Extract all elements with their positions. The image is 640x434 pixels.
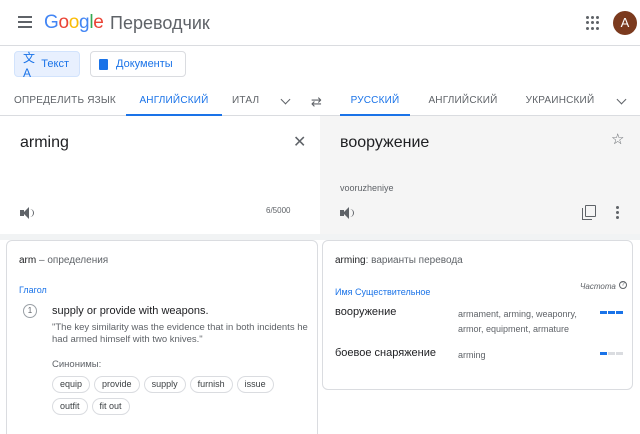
copy-icon[interactable] (582, 205, 596, 220)
part-of-speech-label: Имя Существительное (335, 287, 431, 297)
help-icon[interactable]: ? (619, 281, 627, 289)
documents-mode-button[interactable]: Документы (90, 51, 186, 77)
target-speaker-icon[interactable] (340, 207, 354, 219)
synonym-chips: equip provide supply furnish issue outfi… (52, 376, 292, 415)
text-mode-label: Текст (41, 58, 69, 70)
translations-card: arming: варианты перевода Частота ? Имя … (322, 240, 633, 390)
target-lang-more-icon[interactable] (616, 95, 628, 107)
product-name: Переводчик (110, 13, 210, 33)
clear-icon[interactable]: ✕ (293, 132, 306, 152)
char-count: 6/5000 (266, 206, 291, 215)
app-header: Google Переводчик A (0, 0, 640, 46)
translate-app: Google Переводчик A 文A Текст Документы О… (0, 0, 640, 434)
translation-output: вооружение (340, 134, 430, 151)
source-lang-english[interactable]: АНГЛИЙСКИЙ (126, 86, 222, 116)
definitions-card: arm – определения Глагол 1 supply or pro… (6, 240, 318, 434)
frequency-bar (600, 352, 623, 355)
source-pane: arming ✕ 6/5000 (0, 116, 320, 234)
avatar[interactable]: A (613, 11, 637, 35)
source-lang-more-icon[interactable] (280, 95, 292, 107)
source-lang-italian[interactable]: ИТАЛ (232, 86, 270, 116)
definition-example: "The key similarity was the evidence tha… (52, 322, 308, 345)
synonym-chip[interactable]: supply (143, 376, 186, 393)
synonym-chip[interactable]: furnish (189, 376, 233, 393)
synonym-chip[interactable]: issue (236, 376, 274, 393)
back-translations: armament, arming, weaponry, armor, equip… (458, 309, 577, 334)
document-icon (99, 58, 108, 70)
translation-word: вооружение (335, 306, 397, 318)
source-lang-detect[interactable]: ОПРЕДЕЛИТЬ ЯЗЫК (6, 86, 124, 116)
transliteration: vooruzheniye (340, 183, 394, 193)
translations-title: arming: варианты перевода (335, 255, 463, 266)
apps-grid-icon[interactable] (586, 16, 600, 30)
target-pane: вооружение ☆ vooruzheniye (320, 116, 640, 234)
synonym-chip[interactable]: outfit (52, 398, 88, 415)
documents-mode-label: Документы (116, 58, 173, 70)
star-icon[interactable]: ☆ (611, 130, 624, 148)
synonym-chip[interactable]: fit out (91, 398, 130, 415)
synonym-chip[interactable]: provide (94, 376, 140, 393)
source-speaker-icon[interactable] (20, 207, 34, 219)
menu-icon[interactable] (14, 13, 36, 33)
language-bar: ОПРЕДЕЛИТЬ ЯЗЫК АНГЛИЙСКИЙ ИТАЛ ⇄ РУССКИ… (0, 86, 640, 116)
target-lang-ukrainian[interactable]: УКРАИНСКИЙ (516, 86, 604, 116)
swap-languages-icon[interactable]: ⇄ (311, 94, 322, 110)
target-lang-english[interactable]: АНГЛИЙСКИЙ (420, 86, 506, 116)
mode-selector: 文A Текст Документы (0, 46, 640, 86)
frequency-label: Частота (580, 282, 616, 291)
synonyms-label: Синонимы: (52, 359, 102, 370)
translate-icon: 文A (23, 50, 36, 80)
definition-number: 1 (23, 304, 37, 318)
google-logo[interactable]: Google (44, 12, 104, 34)
back-translations: arming (458, 350, 486, 360)
translation-word: боевое снаряжение (335, 347, 437, 359)
definition-text: supply or provide with weapons. (52, 305, 209, 317)
definitions-title: arm – определения (19, 255, 109, 266)
part-of-speech-label: Глагол (19, 285, 47, 295)
more-options-icon[interactable] (616, 206, 620, 220)
target-lang-russian[interactable]: РУССКИЙ (340, 86, 410, 116)
text-mode-button[interactable]: 文A Текст (14, 50, 80, 80)
synonym-chip[interactable]: equip (52, 376, 91, 393)
frequency-bar (600, 311, 623, 314)
source-input[interactable]: arming (20, 134, 69, 152)
